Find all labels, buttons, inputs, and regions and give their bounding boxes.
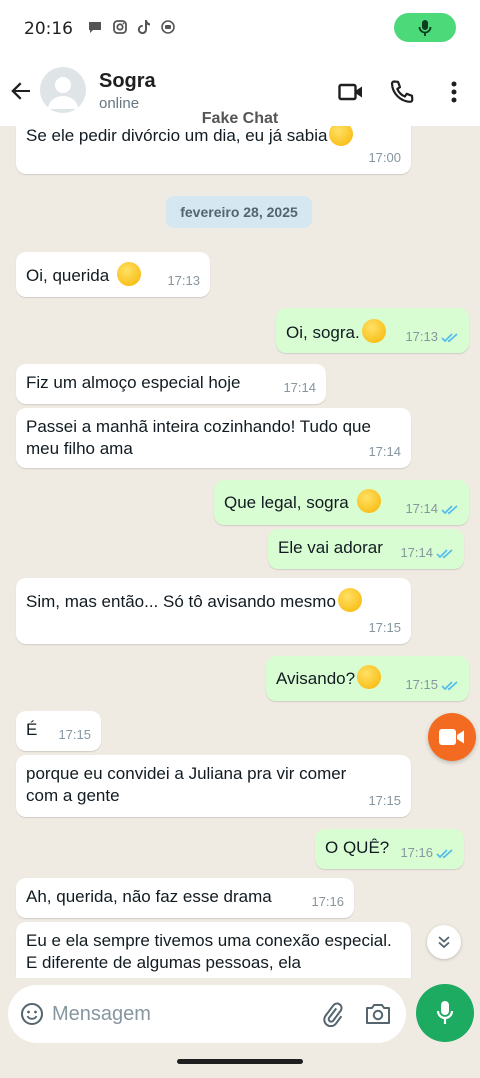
double-check-read-icon (441, 504, 458, 514)
emoji-icon[interactable] (20, 1002, 44, 1026)
more-options-button[interactable] (440, 78, 468, 106)
message-time: 17:15 (368, 793, 401, 808)
message-text: Sim, mas então... Só tô avisando mesmo (26, 592, 336, 611)
message-input[interactable]: Mensagem (52, 1003, 151, 1026)
phone-icon (390, 80, 414, 103)
app-icon (160, 19, 176, 40)
message-incoming[interactable]: porque eu convidei a Juliana pra vir com… (16, 755, 411, 817)
raised-eyebrow-emoji-icon (361, 319, 386, 343)
chat-area[interactable]: Se ele pedir divórcio um dia, eu já sabi… (0, 126, 480, 978)
status-time: 20:16 (24, 19, 73, 39)
message-time: 17:15 (405, 677, 438, 692)
message-time: 17:15 (368, 620, 401, 635)
message-text: Oi, sogra. (286, 323, 360, 342)
smirk-emoji-icon (329, 126, 354, 146)
tiktok-icon (137, 19, 151, 40)
avatar[interactable] (40, 67, 86, 113)
back-button[interactable] (8, 78, 34, 104)
double-chevron-down-icon (438, 936, 450, 949)
mic-icon (436, 1001, 454, 1024)
mic-in-use-indicator[interactable] (394, 13, 456, 42)
message-time: 17:13 (405, 329, 438, 344)
arrow-left-icon (11, 82, 30, 100)
message-incoming[interactable]: Oi, querida 17:13 (16, 252, 210, 297)
message-time: 17:00 (368, 150, 401, 165)
message-time: 17:14 (405, 501, 438, 516)
message-outgoing[interactable]: Avisando? 17:15 (266, 656, 469, 701)
message-text: Que legal, sogra (224, 493, 349, 512)
message-time: 17:16 (311, 894, 344, 909)
floating-video-button[interactable] (428, 713, 476, 761)
message-time: 17:16 (400, 845, 433, 860)
message-outgoing[interactable]: Que legal, sogra 17:14 (214, 480, 469, 525)
message-time: 17:13 (167, 273, 200, 288)
message-text: Fiz um almoço especial hoje (26, 373, 241, 392)
message-outgoing[interactable]: Oi, sogra. 17:13 (276, 308, 469, 353)
gesture-navigation-bar[interactable] (177, 1059, 303, 1064)
contact-name[interactable]: Sogra (99, 70, 156, 93)
video-camera-icon (439, 729, 464, 745)
more-vertical-icon (451, 81, 457, 103)
video-call-button[interactable] (337, 78, 365, 106)
scroll-to-bottom-button[interactable] (427, 925, 461, 959)
default-avatar-icon (48, 77, 78, 109)
winking-emoji-icon (337, 588, 362, 612)
message-time: 17:15 (58, 727, 91, 742)
voice-call-button[interactable] (388, 78, 416, 106)
message-outgoing[interactable]: Ele vai adorar 17:14 (268, 529, 464, 569)
message-time: 17:14 (283, 380, 316, 395)
double-check-read-icon (441, 680, 458, 690)
message-incoming[interactable]: Fiz um almoço especial hoje 17:14 (16, 364, 326, 404)
message-time: 17:14 (368, 444, 401, 459)
message-text: Oi, querida (26, 266, 110, 285)
double-check-read-icon (436, 848, 453, 858)
message-incoming[interactable]: Se ele pedir divórcio um dia, eu já sabi… (16, 126, 411, 174)
message-text: porque eu convidei a Juliana pra vir com… (26, 764, 347, 805)
chat-bubble-icon (87, 19, 103, 40)
fake-chat-watermark: Fake Chat (201, 110, 279, 127)
double-check-read-icon (436, 548, 453, 558)
instagram-icon (112, 19, 128, 40)
message-text: Ah, querida, não faz esse drama (26, 887, 272, 906)
video-camera-icon (338, 83, 362, 101)
voice-message-button[interactable] (416, 984, 474, 1042)
message-outgoing[interactable]: O QUÊ? 17:16 (315, 829, 464, 869)
message-incoming[interactable]: Sim, mas então... Só tô avisando mesmo 1… (16, 578, 411, 644)
message-text: Eu e ela sempre tivemos uma conexão espe… (26, 931, 392, 972)
status-bar: 20:16 (0, 0, 480, 58)
camera-icon[interactable] (365, 1002, 391, 1026)
smiling-emoji-icon (356, 489, 381, 513)
message-composer[interactable]: Mensagem (8, 985, 406, 1043)
thinking-emoji-icon (357, 665, 382, 689)
attachment-icon[interactable] (319, 1001, 345, 1027)
message-incoming[interactable]: Ah, querida, não faz esse drama 17:16 (16, 878, 354, 918)
kissing-emoji-icon (117, 262, 142, 286)
message-incoming[interactable]: Eu e ela sempre tivemos uma conexão espe… (16, 922, 411, 978)
message-text: Avisando? (276, 669, 356, 688)
mic-icon (418, 19, 432, 36)
double-check-read-icon (441, 332, 458, 342)
message-text: Se ele pedir divórcio um dia, eu já sabi… (26, 126, 328, 145)
message-incoming[interactable]: É 17:15 (16, 711, 101, 751)
date-separator: fevereiro 28, 2025 (166, 196, 312, 228)
message-incoming[interactable]: Passei a manhã inteira cozinhando! Tudo … (16, 408, 411, 468)
message-text: Passei a manhã inteira cozinhando! Tudo … (26, 417, 371, 458)
message-time: 17:14 (400, 545, 433, 560)
status-icons (87, 19, 176, 40)
